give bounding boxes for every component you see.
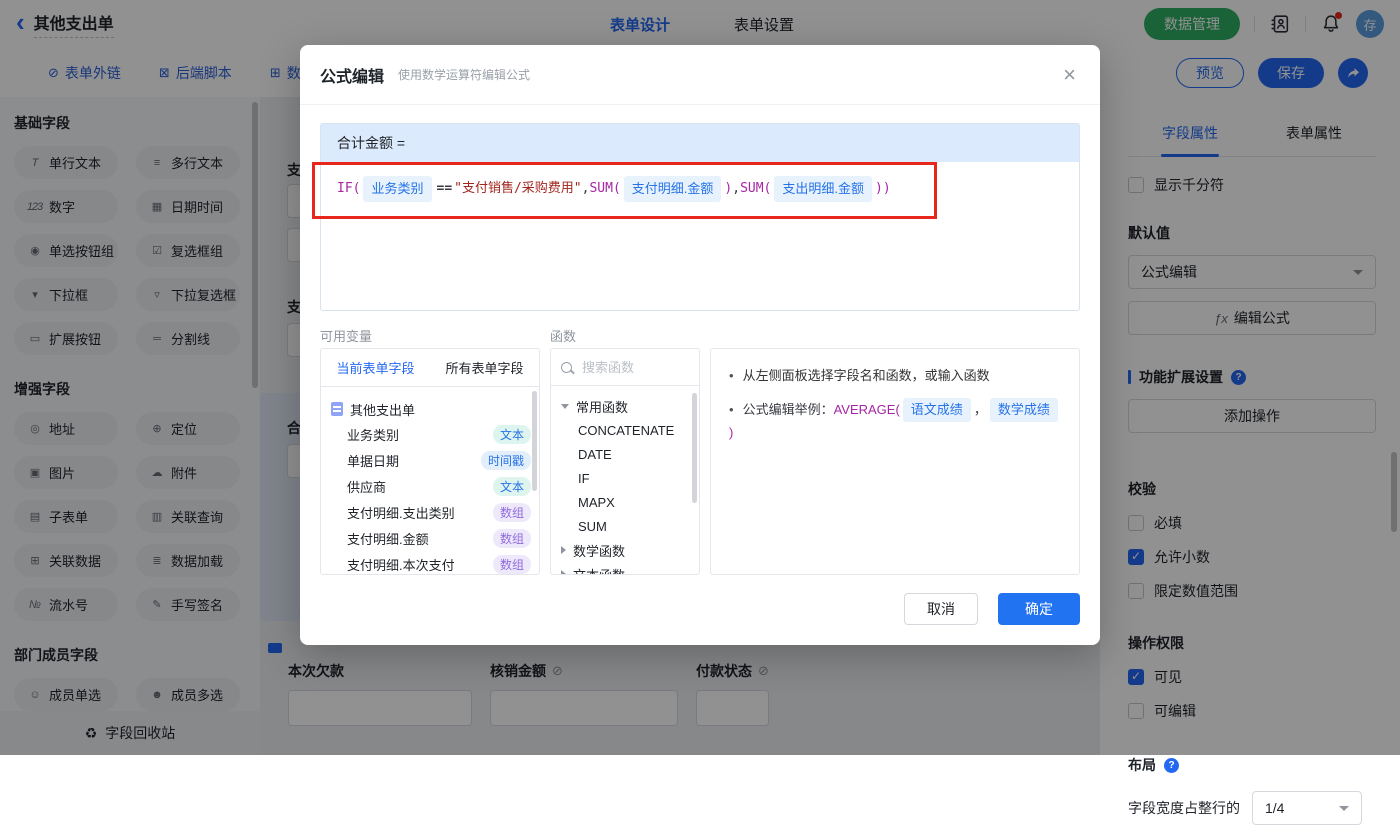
- tab-current-form-fields[interactable]: 当前表单字段: [336, 358, 414, 377]
- function-item[interactable]: MAPX: [561, 490, 689, 514]
- cancel-button[interactable]: 取消: [904, 593, 978, 625]
- variable-row[interactable]: 支付明细.本次支付 数组: [331, 551, 531, 574]
- tip-2-separator: ，: [973, 402, 987, 417]
- field-width-row: 字段宽度占整行的 1/4: [1128, 791, 1376, 825]
- function-item[interactable]: CONCATENATE: [561, 418, 689, 442]
- variable-name: 支付明细.金额: [347, 531, 429, 547]
- variable-row[interactable]: 支付明细.支出类别 数组: [331, 499, 531, 525]
- help-icon[interactable]: ?: [1164, 757, 1179, 773]
- variables-tree: 其他支出单 业务类别 文本 单据日期 时间戳 供应商 文本 支付明细.支出类别 …: [321, 387, 539, 574]
- tip-line-1: 从左侧面板选择字段名和函数，或输入函数: [729, 365, 1061, 387]
- tip-2-prefix: 公式编辑举例：: [742, 402, 834, 417]
- variables-tabs: 当前表单字段 所有表单字段: [321, 349, 539, 387]
- function-search: [551, 349, 699, 386]
- variables-panel: 当前表单字段 所有表单字段 其他支出单 业务类别 文本 单据日期 时间戳 供应商…: [320, 348, 540, 575]
- function-group-label: 常用函数: [576, 399, 629, 415]
- search-icon: [561, 361, 572, 373]
- function-group-collapsed[interactable]: 数学函数: [561, 538, 689, 562]
- function-search-input[interactable]: [580, 358, 684, 376]
- tip-1-text: 从左侧面板选择字段名和函数，或输入函数: [742, 368, 990, 383]
- function-item[interactable]: DATE: [561, 442, 689, 466]
- variable-type-badge: 文本: [492, 476, 531, 496]
- variables-root-label: 其他支出单: [350, 402, 416, 418]
- variable-row[interactable]: 业务类别 文本: [331, 421, 531, 447]
- layout-title: 布局: [1128, 757, 1156, 773]
- tips-panel: 从左侧面板选择字段名和函数，或输入函数 公式编辑举例： AVERAGE( 语文成…: [710, 348, 1080, 575]
- modal-subtitle: 使用数学运算符编辑公式: [398, 68, 531, 82]
- variables-scrollbar[interactable]: [532, 391, 537, 491]
- tip-2-chip-2: 数学成绩: [989, 398, 1058, 422]
- confirm-button[interactable]: 确定: [998, 593, 1080, 625]
- variable-type-badge: 数组: [492, 502, 531, 522]
- variable-name: 单据日期: [347, 453, 400, 469]
- variable-type-badge: 文本: [492, 424, 531, 444]
- variable-type-badge: 时间戳: [480, 450, 531, 470]
- functions-label: 函数: [550, 329, 577, 344]
- function-items: CONCATENATE DATE IF MAPX SUM: [561, 418, 689, 538]
- function-item[interactable]: SUM: [561, 514, 689, 538]
- variable-name: 业务类别: [347, 427, 400, 443]
- variable-row[interactable]: 单据日期 时间戳: [331, 447, 531, 473]
- function-group-label: 文本函数: [573, 567, 626, 575]
- modal-header: 公式编辑 使用数学运算符编辑公式 ×: [300, 45, 1100, 105]
- variables-root-node[interactable]: 其他支出单: [331, 397, 531, 421]
- variables-label: 可用变量: [320, 329, 373, 344]
- app-window: ‹ 其他支出单 表单设计 表单设置 数据管理 存 ⊘ 表单外链 ⊠ 后端脚本 ⊞…: [0, 0, 1400, 825]
- variable-row[interactable]: 支付明细.金额 数组: [331, 525, 531, 551]
- variables-list: 业务类别 文本 单据日期 时间戳 供应商 文本 支付明细.支出类别 数组 支付明…: [331, 421, 531, 574]
- function-list: 常用函数 CONCATENATE DATE IF MAPX SUM 数学函数 文…: [551, 386, 699, 575]
- field-width-label: 字段宽度占整行的: [1128, 800, 1240, 816]
- field-width-select[interactable]: 1/4: [1252, 791, 1362, 825]
- tip-2-function: AVERAGE(: [833, 402, 900, 417]
- function-collapsed-groups: 数学函数 文本函数: [561, 538, 689, 575]
- variable-name: 支付明细.本次支付: [347, 557, 455, 573]
- function-item[interactable]: IF: [561, 466, 689, 490]
- chevron-down-icon: [1339, 805, 1349, 811]
- function-group-label: 数学函数: [573, 543, 626, 559]
- tab-all-form-fields[interactable]: 所有表单字段: [445, 358, 523, 377]
- close-icon[interactable]: ×: [1063, 63, 1076, 86]
- functions-panel: 常用函数 CONCATENATE DATE IF MAPX SUM: [550, 348, 700, 575]
- modal-title: 公式编辑: [320, 68, 385, 86]
- chevron-right-icon: [561, 546, 566, 554]
- variable-name: 支付明细.支出类别: [347, 505, 455, 521]
- tip-2-chip-1: 语文成绩: [902, 398, 971, 422]
- variable-type-badge: 数组: [492, 554, 531, 574]
- variable-type-badge: 数组: [492, 528, 531, 548]
- tip-2-close-paren: ): [729, 425, 734, 440]
- functions-scrollbar[interactable]: [692, 393, 697, 503]
- form-doc-icon: [331, 402, 343, 416]
- function-group-collapsed[interactable]: 文本函数: [561, 562, 689, 575]
- function-group-common[interactable]: 常用函数: [561, 394, 689, 418]
- formula-target: 合计金额 =: [321, 124, 1079, 162]
- annotation-red-box: [312, 162, 937, 219]
- variable-row[interactable]: 供应商 文本: [331, 473, 531, 499]
- tip-line-2: 公式编辑举例： AVERAGE( 语文成绩 ， 数学成绩 ): [729, 398, 1061, 444]
- field-width-value: 1/4: [1265, 800, 1285, 816]
- chevron-down-icon: [561, 403, 569, 409]
- variable-name: 供应商: [347, 479, 387, 495]
- layout-title-row: 布局 ?: [1128, 755, 1376, 775]
- chevron-right-icon: [561, 570, 566, 574]
- formula-editor-modal: 公式编辑 使用数学运算符编辑公式 × 合计金额 = IF( 业务类别 == "支…: [300, 45, 1100, 645]
